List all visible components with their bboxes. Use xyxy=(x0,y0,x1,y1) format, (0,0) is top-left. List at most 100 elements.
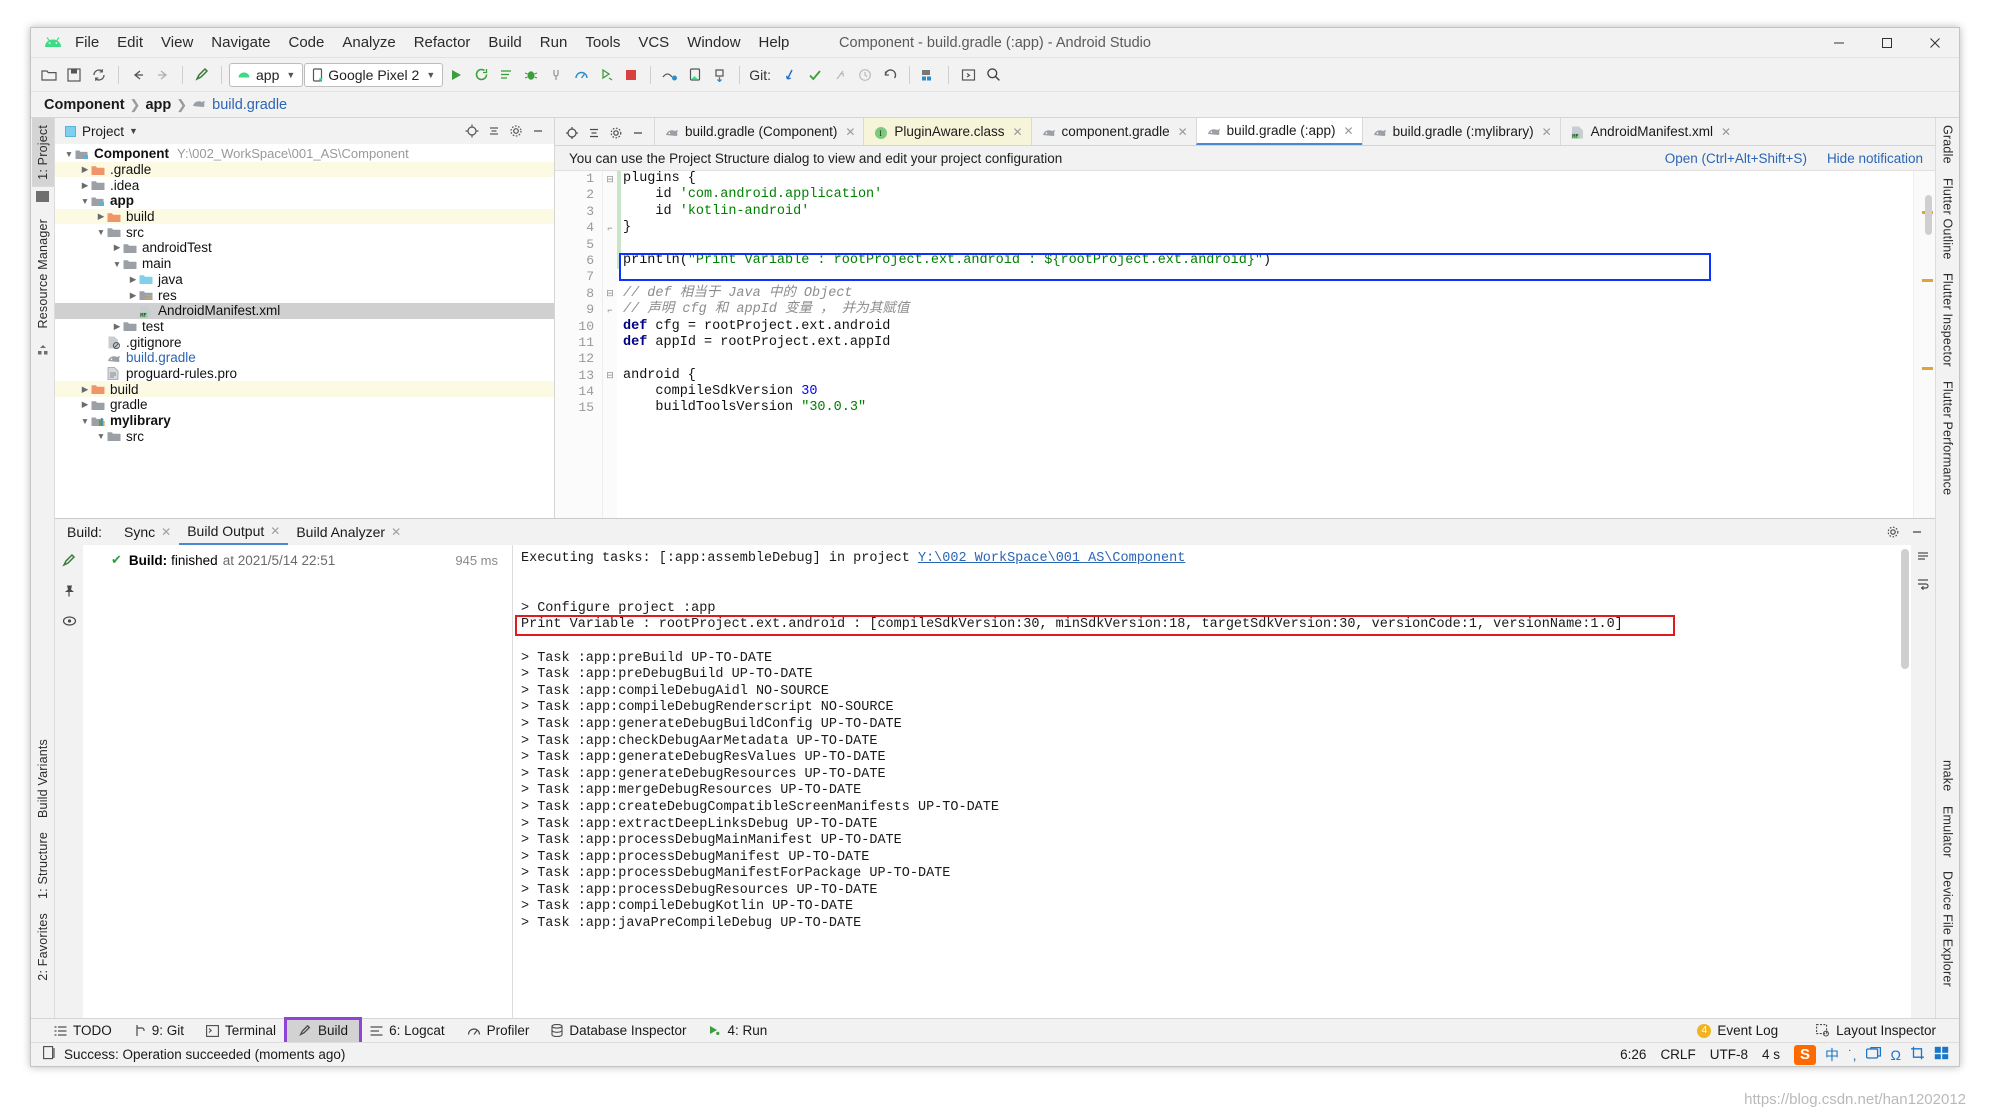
menu-vcs[interactable]: VCS xyxy=(629,31,678,55)
terminal-run-icon[interactable] xyxy=(956,63,980,87)
chevron-right-icon[interactable] xyxy=(79,164,91,175)
ime-punctuation-toggle[interactable]: ˙, xyxy=(1848,1047,1857,1063)
breadcrumb-file[interactable]: build.gradle xyxy=(212,97,287,113)
tree-item--idea[interactable]: .idea xyxy=(55,177,554,193)
scroll-to-end-icon[interactable] xyxy=(1916,550,1930,569)
build-result-row[interactable]: ✔ Build: finished at 2021/5/14 22:51 945… xyxy=(83,550,512,570)
sidebar-item-resource-manager[interactable]: Resource Manager xyxy=(32,212,54,336)
ime-language-toggle[interactable]: 中 xyxy=(1825,1045,1839,1065)
editor-tab-androidmanifest-xml[interactable]: MFAndroidManifest.xml✕ xyxy=(1560,118,1739,145)
close-icon[interactable]: ✕ xyxy=(161,525,171,539)
menu-tools[interactable]: Tools xyxy=(576,31,629,55)
tree-item-gradle[interactable]: gradle xyxy=(55,397,554,413)
git-revert-icon[interactable] xyxy=(878,63,902,87)
device-selector[interactable]: Google Pixel 2 ▼ xyxy=(304,63,443,87)
build-output-scrollbar-thumb[interactable] xyxy=(1901,549,1909,669)
close-icon[interactable]: ✕ xyxy=(1542,125,1552,139)
search-icon[interactable] xyxy=(981,63,1005,87)
code-fold-toggle-icon[interactable]: ⌐ xyxy=(603,302,617,318)
sync-icon[interactable] xyxy=(87,63,111,87)
chevron-right-icon[interactable] xyxy=(111,242,123,253)
event-log-button[interactable]: 4 Event Log xyxy=(1686,1020,1789,1042)
build-result-tree[interactable]: ✔ Build: finished at 2021/5/14 22:51 945… xyxy=(83,545,513,1018)
tree-item-java[interactable]: java xyxy=(55,272,554,288)
menu-file[interactable]: File xyxy=(66,31,108,55)
minimize-button[interactable] xyxy=(1815,28,1863,57)
editor-tab-build-gradle-mylibrary[interactable]: build.gradle (:mylibrary)✕ xyxy=(1362,118,1560,145)
apply-code-changes-icon[interactable] xyxy=(494,63,518,87)
tree-item-proguard-rules-pro[interactable]: proguard-rules.pro xyxy=(55,366,554,382)
save-all-icon[interactable] xyxy=(62,63,86,87)
chevron-right-icon[interactable] xyxy=(95,211,107,222)
layout-inspector-button[interactable]: Layout Inspector xyxy=(1805,1020,1947,1042)
chevron-down-icon[interactable] xyxy=(79,196,91,206)
tree-item-androidmanifest-xml[interactable]: MFMFAndroidManifest.xml xyxy=(55,303,554,319)
code-content[interactable]: plugins { id 'com.android.application' i… xyxy=(617,171,1913,518)
toggle-view-icon[interactable] xyxy=(59,611,79,631)
close-icon[interactable]: ✕ xyxy=(391,525,401,539)
ime-screenshot-icon[interactable] xyxy=(1910,1046,1925,1063)
tree-item-app[interactable]: app xyxy=(55,193,554,209)
menu-code[interactable]: Code xyxy=(279,31,333,55)
menu-analyze[interactable]: Analyze xyxy=(333,31,404,55)
sdk-download-icon[interactable] xyxy=(708,63,732,87)
sidebar-item-device-file-explorer[interactable]: Device File Explorer xyxy=(1937,864,1959,994)
project-panel-title[interactable]: Project xyxy=(82,124,124,139)
build-hammer-icon[interactable] xyxy=(190,63,214,87)
open-project-structure-link[interactable]: Open (Ctrl+Alt+Shift+S) xyxy=(1665,151,1807,166)
run-icon[interactable] xyxy=(444,63,468,87)
chevron-right-icon[interactable] xyxy=(79,399,91,410)
menu-build[interactable]: Build xyxy=(479,31,530,55)
sidebar-item-favorites[interactable]: 2: Favorites xyxy=(32,906,54,988)
debug-icon[interactable] xyxy=(519,63,543,87)
tree-item-res[interactable]: res xyxy=(55,287,554,303)
tree-item-src[interactable]: src xyxy=(55,428,554,444)
bottom-item-git[interactable]: 9: Git xyxy=(123,1020,195,1042)
breadcrumb-module[interactable]: app xyxy=(145,97,171,113)
menu-view[interactable]: View xyxy=(152,31,202,55)
chevron-down-icon[interactable] xyxy=(95,227,107,237)
sidebar-item-flutter-performance[interactable]: Flutter Performance xyxy=(1937,374,1959,502)
settings-gear-icon[interactable] xyxy=(506,121,526,141)
sdk-manager-icon[interactable] xyxy=(658,63,682,87)
chevron-down-icon[interactable] xyxy=(63,149,75,159)
chevron-down-icon[interactable]: ▼ xyxy=(129,126,138,136)
git-update-icon[interactable] xyxy=(778,63,802,87)
module-selector[interactable]: app ▼ xyxy=(229,63,303,87)
bottom-item-todo[interactable]: TODO xyxy=(43,1020,123,1042)
build-settings-gear-icon[interactable] xyxy=(1883,522,1903,542)
project-file-tree[interactable]: ComponentY:\002_WorkSpace\001_AS\Compone… xyxy=(55,144,554,518)
chevron-right-icon[interactable] xyxy=(127,290,139,301)
tree-item--gradle[interactable]: .gradle xyxy=(55,162,554,178)
hide-build-panel-icon[interactable] xyxy=(1907,522,1927,542)
line-separator[interactable]: CRLF xyxy=(1660,1047,1695,1062)
build-output-console[interactable]: Executing tasks: [:app:assembleDebug] in… xyxy=(513,545,1911,1018)
tree-item-build-gradle[interactable]: build.gradle xyxy=(55,350,554,366)
select-opened-file-icon[interactable] xyxy=(562,123,581,142)
git-history-icon[interactable] xyxy=(853,63,877,87)
caret-position[interactable]: 6:26 xyxy=(1620,1047,1646,1062)
close-icon[interactable]: ✕ xyxy=(270,524,280,538)
git-push-icon[interactable] xyxy=(828,63,852,87)
sidebar-item-project[interactable]: 1: Project xyxy=(32,118,54,187)
editor-scrollbar-thumb[interactable] xyxy=(1925,195,1932,235)
tree-item-build[interactable]: build xyxy=(55,209,554,225)
attach-debugger-icon[interactable] xyxy=(544,63,568,87)
ime-toolbox-icon[interactable] xyxy=(1934,1046,1949,1063)
locate-file-icon[interactable] xyxy=(462,121,482,141)
code-fold-toggle-icon[interactable]: ⊟ xyxy=(603,286,617,302)
indent-setting[interactable]: 4 s xyxy=(1762,1047,1780,1062)
editor-tab-build-gradle-app[interactable]: build.gradle (:app)✕ xyxy=(1196,118,1362,145)
chevron-right-icon[interactable] xyxy=(127,274,139,285)
editor-error-stripe[interactable] xyxy=(1913,171,1935,518)
tree-item--gitignore[interactable]: .gitignore xyxy=(55,334,554,350)
rerun-build-icon[interactable] xyxy=(59,551,79,571)
menu-help[interactable]: Help xyxy=(750,31,799,55)
editor-settings-gear-icon[interactable] xyxy=(606,123,625,142)
tree-item-src[interactable]: src xyxy=(55,224,554,240)
bottom-item-run[interactable]: 4: Run xyxy=(697,1020,778,1042)
tree-item-androidtest[interactable]: androidTest xyxy=(55,240,554,256)
bottom-item-terminal[interactable]: Terminal xyxy=(195,1020,287,1042)
bottom-item-logcat[interactable]: 6: Logcat xyxy=(359,1020,456,1042)
code-editor[interactable]: 123456789101112131415 ⊟⌐⊟⌐⊟ plugins { id… xyxy=(555,171,1935,518)
